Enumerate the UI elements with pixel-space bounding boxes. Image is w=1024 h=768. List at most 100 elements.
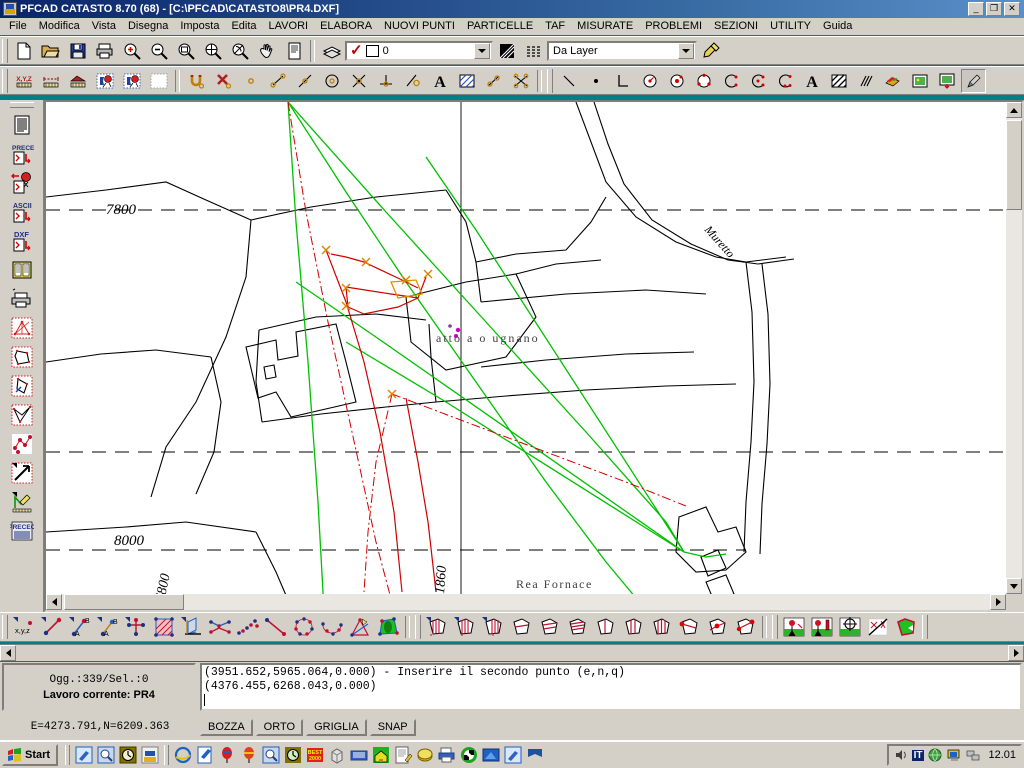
command-panel[interactable]: (3951.652,5965.064,0.000) - Inserire il … <box>200 663 1022 711</box>
zoom-window-icon[interactable] <box>173 39 198 63</box>
surface-measure-icon[interactable] <box>65 69 90 93</box>
menu-item-utility[interactable]: UTILITY <box>764 19 817 33</box>
scroll-left-button[interactable] <box>46 594 62 610</box>
network-computers-icon[interactable] <box>965 747 981 763</box>
menu-item-disegna[interactable]: Disegna <box>122 19 174 33</box>
snap-none-icon[interactable] <box>211 69 236 93</box>
polyline-measure-icon[interactable] <box>38 69 63 93</box>
menu-item-sezioni[interactable]: SEZIONI <box>708 19 764 33</box>
insert-photo-left-icon[interactable] <box>92 69 117 93</box>
snap-node-icon[interactable] <box>238 69 263 93</box>
grid-target-icon[interactable] <box>837 615 863 640</box>
arc-3point-icon[interactable] <box>745 69 770 93</box>
xyz-coords-icon[interactable]: x,y,z <box>11 615 37 640</box>
print-icon[interactable] <box>92 39 117 63</box>
parcel-point-1-icon[interactable] <box>676 615 702 640</box>
taskbar-icon-cd-checker[interactable] <box>459 745 479 765</box>
taskbar-icon-clock-green[interactable] <box>283 745 303 765</box>
insert-photo-right-icon[interactable] <box>119 69 144 93</box>
taskbar-icon-balloon[interactable] <box>217 745 237 765</box>
menu-item-misurate[interactable]: MISURATE <box>571 19 639 33</box>
image-insert-icon[interactable] <box>907 69 932 93</box>
taskbar-icon-blue-pen[interactable] <box>503 745 523 765</box>
mode-griglia[interactable]: GRIGLIA <box>306 718 367 736</box>
linetype-combo[interactable]: Da Layer <box>547 40 697 61</box>
language-indicator[interactable]: IT <box>911 749 925 761</box>
polyline-segments-icon[interactable] <box>207 615 233 640</box>
vscroll-thumb[interactable] <box>1006 120 1022 210</box>
sidebar-item-chart-tool[interactable] <box>8 488 36 515</box>
menu-item-vista[interactable]: Vista <box>86 19 122 33</box>
layer-on-check-icon[interactable]: ✓ <box>350 43 363 58</box>
point-chain-icon[interactable] <box>235 615 261 640</box>
cad-drawing[interactable]: 7800 8000 7800 1860 Muretto atto a o ugn… <box>46 102 1022 610</box>
arc-points-icon[interactable] <box>319 615 345 640</box>
snap-nearest-icon[interactable] <box>481 69 506 93</box>
layers-icon[interactable] <box>319 39 344 63</box>
canvas-horizontal-scrollbar[interactable] <box>46 594 1006 610</box>
menu-item-guida[interactable]: Guida <box>817 19 858 33</box>
circle-points-icon[interactable] <box>291 615 317 640</box>
zoom-previous-icon[interactable] <box>227 39 252 63</box>
taskbar-icon-magnifier[interactable] <box>261 745 281 765</box>
snap-hatch-icon[interactable] <box>454 69 479 93</box>
open-folder-icon[interactable] <box>38 39 63 63</box>
taskbar-icon-blue-flag[interactable] <box>525 745 545 765</box>
taskbar-icon-best2000[interactable]: BEST 2000 <box>305 745 325 765</box>
side-toolbar-grip[interactable] <box>9 102 34 108</box>
surveyor-station-icon[interactable] <box>781 615 807 640</box>
xyz-point-icon[interactable]: X,Y,Z <box>11 69 36 93</box>
text-icon[interactable]: A <box>799 69 824 93</box>
taskbar-item-pfcad-pen[interactable] <box>74 745 94 765</box>
draw-toolbar-grip[interactable] <box>2 68 8 93</box>
parcel-split-left-icon[interactable] <box>424 615 450 640</box>
block-icon[interactable] <box>880 69 905 93</box>
snap-apparent-icon[interactable] <box>508 69 533 93</box>
parcel-split-mid-icon[interactable] <box>452 615 478 640</box>
area-hatch-icon[interactable] <box>151 615 177 640</box>
taskbar-item-search[interactable] <box>96 745 116 765</box>
hscroll-thumb[interactable] <box>64 594 184 610</box>
sidebar-item-dxf[interactable]: DXF <box>8 227 36 254</box>
point-icon[interactable] <box>583 69 608 93</box>
toolbar-end-grip[interactable] <box>922 615 928 639</box>
display-icon[interactable] <box>946 747 962 763</box>
globe-icon[interactable] <box>927 747 943 763</box>
linetype-icon[interactable] <box>521 39 546 63</box>
taskbar-clock[interactable]: 12.01 <box>988 749 1016 761</box>
taskbar-icon-blue-screen[interactable] <box>481 745 501 765</box>
start-button[interactable]: Start <box>2 744 59 766</box>
surveyor-target-icon[interactable] <box>809 615 835 640</box>
close-button[interactable]: ✕ <box>1004 2 1020 16</box>
triangle-points-icon[interactable] <box>347 615 373 640</box>
mode-snap[interactable]: SNAP <box>369 718 416 736</box>
canvas-vertical-scrollbar[interactable] <box>1006 102 1022 594</box>
taskbar-icon-cube[interactable] <box>327 745 347 765</box>
intersect-points-icon[interactable] <box>123 615 149 640</box>
parcel-toolbar-grip[interactable] <box>2 615 8 639</box>
snap-perpendicular-icon[interactable] <box>373 69 398 93</box>
zoom-out-icon[interactable] <box>146 39 171 63</box>
parcel-strip-2-icon[interactable] <box>620 615 646 640</box>
taskbar-icon-printer[interactable] <box>437 745 457 765</box>
scroll-down-button[interactable] <box>1006 578 1022 594</box>
menu-item-edita[interactable]: Edita <box>225 19 262 33</box>
split-toolbar-grip[interactable] <box>415 615 421 639</box>
command-input-line[interactable] <box>204 694 1020 709</box>
circle-radius-icon[interactable] <box>637 69 662 93</box>
line-icon[interactable] <box>556 69 581 93</box>
entity-toolbar-grip[interactable] <box>547 68 553 93</box>
sidebar-item-import-points[interactable] <box>8 169 36 196</box>
image-export-icon[interactable] <box>934 69 959 93</box>
snap-tangent-icon[interactable] <box>400 69 425 93</box>
layer-combo-arrow-icon[interactable] <box>474 42 490 59</box>
snap-midpoint-icon[interactable] <box>292 69 317 93</box>
color-swatch-icon[interactable] <box>494 39 519 63</box>
save-disk-icon[interactable] <box>65 39 90 63</box>
zoom-extents-icon[interactable] <box>200 39 225 63</box>
taskbar-icon-notepad-pen[interactable] <box>393 745 413 765</box>
menu-item-lavori[interactable]: LAVORI <box>263 19 315 33</box>
polyline-icon[interactable] <box>610 69 635 93</box>
angle-ab-icon[interactable]: AB <box>95 615 121 640</box>
minimize-button[interactable]: _ <box>968 2 984 16</box>
